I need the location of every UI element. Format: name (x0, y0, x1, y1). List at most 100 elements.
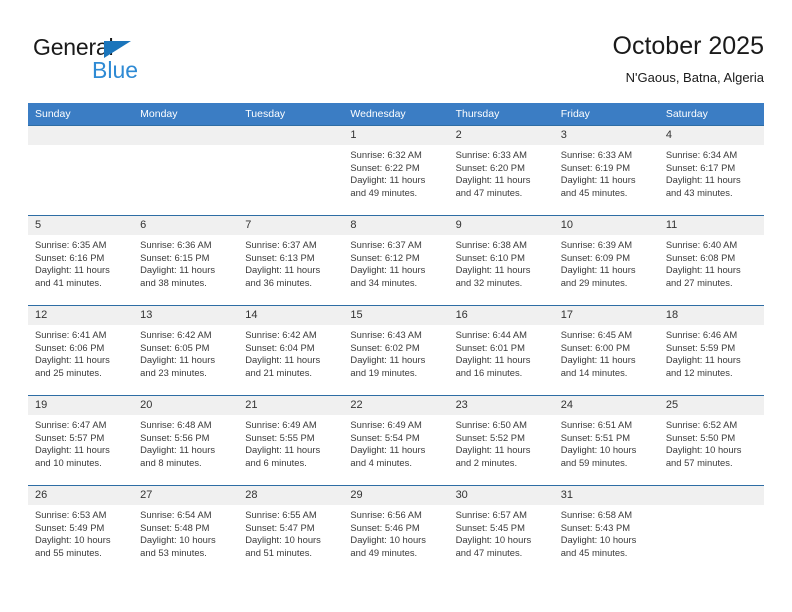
day-number: 4 (658, 126, 764, 145)
day-details: Sunrise: 6:58 AM Sunset: 5:43 PM Daylight:… (554, 505, 659, 559)
day-details: Sunrise: 6:33 AM Sunset: 6:20 PM Daylight:… (449, 145, 554, 199)
day-number: 22 (343, 396, 449, 415)
day-number: 2 (448, 126, 554, 145)
calendar-cell-day[interactable]: 11 Sunrise: 6:40 AM Sunset: 6:08 PM Dayligh… (658, 215, 764, 306)
daylight-text-cont: and 47 minutes. (455, 546, 523, 558)
sunset-text: Sunset: 5:49 PM (35, 521, 105, 533)
general-blue-logo[interactable]: General Blue (33, 34, 213, 90)
calendar-cell-day[interactable]: 15 Sunrise: 6:43 AM Sunset: 6:02 PM Dayligh… (343, 305, 449, 396)
calendar-cell-day[interactable]: 6 Sunrise: 6:36 AM Sunset: 6:15 PM Daylight… (133, 215, 239, 306)
day-details: Sunrise: 6:44 AM Sunset: 6:01 PM Daylight:… (449, 325, 554, 379)
calendar-cell-day[interactable]: 12 Sunrise: 6:41 AM Sunset: 6:06 PM Dayligh… (28, 305, 134, 396)
calendar-cell-day[interactable]: 21 Sunrise: 6:49 AM Sunset: 5:55 PM Dayligh… (238, 395, 344, 486)
daylight-text-cont: and 34 minutes. (350, 276, 418, 288)
daylight-text: Daylight: 11 hours (350, 354, 426, 366)
calendar-cell-day[interactable]: 23 Sunrise: 6:50 AM Sunset: 5:52 PM Dayligh… (448, 395, 554, 486)
calendar-cell-day[interactable]: 8 Sunrise: 6:37 AM Sunset: 6:12 PM Daylight… (343, 215, 449, 306)
day-details: Sunrise: 6:36 AM Sunset: 6:15 PM Daylight:… (133, 235, 238, 289)
calendar-week-row: 5 Sunrise: 6:35 AM Sunset: 6:16 PM Daylight… (28, 215, 764, 306)
sunrise-text: Sunrise: 6:58 AM (560, 509, 633, 520)
daylight-text: Daylight: 11 hours (35, 264, 110, 276)
sunset-text: Sunset: 5:55 PM (245, 431, 315, 443)
calendar-cell-day[interactable]: 16 Sunrise: 6:44 AM Sunset: 6:01 PM Dayligh… (448, 305, 554, 396)
calendar-cell-day[interactable]: 10 Sunrise: 6:39 AM Sunset: 6:09 PM Dayligh… (553, 215, 659, 306)
sunset-text: Sunset: 6:09 PM (560, 251, 631, 263)
calendar-cell-day[interactable]: 30 Sunrise: 6:57 AM Sunset: 5:45 PM Dayligh… (448, 485, 554, 576)
calendar-cell-day[interactable]: 18 Sunrise: 6:46 AM Sunset: 5:59 PM Dayligh… (658, 305, 764, 396)
sunset-text: Sunset: 6:22 PM (350, 161, 420, 173)
weekday-header-thursday: Thursday (448, 103, 554, 126)
calendar-cell-day[interactable]: 7 Sunrise: 6:37 AM Sunset: 6:13 PM Daylight… (238, 215, 344, 306)
day-number: 29 (343, 486, 449, 505)
day-number: 23 (448, 396, 554, 415)
calendar-cell-day[interactable]: 28 Sunrise: 6:55 AM Sunset: 5:47 PM Dayligh… (238, 485, 344, 576)
day-details: Sunrise: 6:45 AM Sunset: 6:00 PM Daylight:… (554, 325, 659, 379)
sunrise-text: Sunrise: 6:55 AM (245, 509, 317, 520)
sunset-text: Sunset: 6:16 PM (35, 251, 105, 263)
sunset-text: Sunset: 6:15 PM (140, 251, 210, 263)
calendar-cell-day[interactable]: 22 Sunrise: 6:49 AM Sunset: 5:54 PM Dayligh… (343, 395, 449, 486)
sunrise-text: Sunrise: 6:38 AM (455, 239, 527, 250)
day-details: Sunrise: 6:57 AM Sunset: 5:45 PM Daylight:… (449, 505, 554, 559)
title-block: October 2025 N'Gaous, Batna, Algeria (613, 30, 765, 88)
calendar-cell-day[interactable]: 5 Sunrise: 6:35 AM Sunset: 6:16 PM Daylight… (28, 215, 134, 306)
sunrise-text: Sunrise: 6:50 AM (455, 419, 527, 430)
sunset-text: Sunset: 6:20 PM (455, 161, 525, 173)
calendar-cell-day[interactable]: 27 Sunrise: 6:54 AM Sunset: 5:48 PM Dayligh… (133, 485, 239, 576)
calendar-cell-day[interactable]: 1 Sunrise: 6:32 AM Sunset: 6:22 PM Daylight… (343, 125, 449, 216)
daylight-text-cont: and 29 minutes. (560, 276, 628, 288)
sunrise-text: Sunrise: 6:53 AM (35, 509, 107, 520)
day-number: 11 (658, 216, 764, 235)
calendar-cell-day[interactable]: 31 Sunrise: 6:58 AM Sunset: 5:43 PM Dayligh… (553, 485, 659, 576)
sunset-text: Sunset: 5:59 PM (665, 341, 736, 353)
day-number: 6 (133, 216, 239, 235)
sunset-text: Sunset: 6:06 PM (35, 341, 105, 353)
day-number: 17 (553, 306, 659, 325)
calendar-cell-day[interactable]: 17 Sunrise: 6:45 AM Sunset: 6:00 PM Dayligh… (553, 305, 659, 396)
calendar-cell-day[interactable]: 20 Sunrise: 6:48 AM Sunset: 5:56 PM Dayligh… (133, 395, 239, 486)
daylight-text-cont: and 6 minutes. (245, 456, 307, 468)
calendar-cell-day[interactable]: 19 Sunrise: 6:47 AM Sunset: 5:57 PM Dayligh… (28, 395, 134, 486)
calendar-cell-empty (658, 485, 764, 576)
daylight-text-cont: and 16 minutes. (455, 366, 523, 378)
day-number (28, 126, 134, 145)
calendar-cell-day[interactable]: 25 Sunrise: 6:52 AM Sunset: 5:50 PM Dayligh… (658, 395, 764, 486)
day-number: 7 (238, 216, 344, 235)
daylight-text: Daylight: 11 hours (245, 264, 321, 276)
page-subtitle: N'Gaous, Batna, Algeria (625, 70, 764, 85)
calendar-cell-day[interactable]: 3 Sunrise: 6:33 AM Sunset: 6:19 PM Daylight… (553, 125, 659, 216)
logo-triangle-icon (104, 41, 131, 58)
daylight-text-cont: and 53 minutes. (140, 546, 207, 558)
sunset-text: Sunset: 6:05 PM (140, 341, 210, 353)
weekday-header-sunday: Sunday (28, 103, 134, 126)
calendar-cell-day[interactable]: 26 Sunrise: 6:53 AM Sunset: 5:49 PM Dayligh… (28, 485, 134, 576)
calendar-cell-day[interactable]: 24 Sunrise: 6:51 AM Sunset: 5:51 PM Dayligh… (553, 395, 659, 486)
day-details: Sunrise: 6:46 AM Sunset: 5:59 PM Daylight:… (659, 325, 764, 379)
calendar-cell-day[interactable]: 29 Sunrise: 6:56 AM Sunset: 5:46 PM Dayligh… (343, 485, 449, 576)
daylight-text: Daylight: 11 hours (140, 264, 216, 276)
daylight-text: Daylight: 11 hours (140, 444, 216, 456)
day-number: 26 (28, 486, 134, 505)
daylight-text: Daylight: 11 hours (35, 444, 110, 456)
sunrise-text: Sunrise: 6:46 AM (665, 329, 738, 340)
sunrise-text: Sunrise: 6:44 AM (455, 329, 527, 340)
daylight-text: Daylight: 11 hours (560, 354, 636, 366)
calendar-cell-day[interactable]: 14 Sunrise: 6:42 AM Sunset: 6:04 PM Dayligh… (238, 305, 344, 396)
daylight-text: Daylight: 11 hours (560, 174, 636, 186)
day-number: 21 (238, 396, 344, 415)
calendar-table: Sunday Monday Tuesday Wednesday Thursday Frid… (28, 103, 764, 576)
calendar-cell-day[interactable]: 4 Sunrise: 6:34 AM Sunset: 6:17 PM Daylight… (658, 125, 764, 216)
daylight-text: Daylight: 11 hours (665, 354, 741, 366)
calendar-cell-day[interactable]: 2 Sunrise: 6:33 AM Sunset: 6:20 PM Daylight… (448, 125, 554, 216)
day-number: 15 (343, 306, 449, 325)
calendar-cell-day[interactable]: 13 Sunrise: 6:42 AM Sunset: 6:05 PM Dayligh… (133, 305, 239, 396)
calendar-grid: Sunday Monday Tuesday Wednesday Thursday Frid… (28, 103, 764, 576)
day-number: 30 (448, 486, 554, 505)
sunrise-text: Sunrise: 6:47 AM (35, 419, 107, 430)
daylight-text-cont: and 12 minutes. (665, 366, 733, 378)
day-number: 1 (343, 126, 449, 145)
day-number: 31 (553, 486, 659, 505)
day-details: Sunrise: 6:39 AM Sunset: 6:09 PM Daylight:… (554, 235, 659, 289)
sunset-text: Sunset: 5:50 PM (665, 431, 736, 443)
calendar-cell-day[interactable]: 9 Sunrise: 6:38 AM Sunset: 6:10 PM Daylight… (448, 215, 554, 306)
